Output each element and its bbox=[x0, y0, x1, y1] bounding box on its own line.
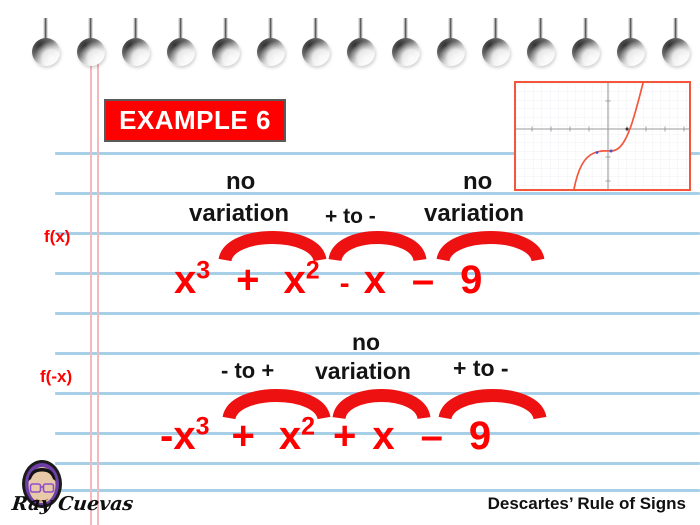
operator-minus-small: - bbox=[339, 267, 350, 300]
example-badge: EXAMPLE 6 bbox=[104, 99, 286, 142]
graph-svg bbox=[516, 82, 689, 190]
annotation-minus-to-plus: - to + bbox=[221, 358, 275, 383]
binding-hole-icon bbox=[30, 18, 64, 76]
term-constant-9: 9 bbox=[460, 258, 483, 302]
footer-title: Descartes’ Rule of Signs bbox=[487, 494, 686, 513]
binding-hole-icon bbox=[255, 18, 289, 76]
binding-hole-icon bbox=[615, 18, 649, 76]
term-x-cubed: x3 bbox=[174, 256, 211, 302]
binding-hole-icon bbox=[660, 18, 694, 76]
binding-hole-icon bbox=[480, 18, 514, 76]
annotation-no-variation-3-line1: no bbox=[352, 329, 381, 355]
binding-hole-icon bbox=[435, 18, 469, 76]
operator-plus: + bbox=[236, 258, 260, 302]
annotation-plus-to-minus-2: + to - bbox=[453, 355, 509, 381]
function-label-fnx: f(-x) bbox=[40, 367, 73, 386]
example-badge-label: EXAMPLE 6 bbox=[119, 105, 271, 135]
term-x-squared: x2 bbox=[278, 412, 315, 458]
slide-page: EXAMPLE 6 f(x) no variation + to - no va… bbox=[0, 0, 700, 525]
binding-hole-icon bbox=[165, 18, 199, 76]
term-neg-x-cubed: -x3 bbox=[160, 412, 210, 458]
rule-line bbox=[55, 462, 700, 465]
annotation-no-variation-3-line2: variation bbox=[315, 358, 411, 384]
operator-plus-1: + bbox=[231, 414, 255, 458]
cubic-graph-thumbnail bbox=[514, 81, 691, 191]
annotation-no-variation-2-line1: no bbox=[463, 168, 493, 195]
sign-arc bbox=[332, 389, 431, 421]
author-signature: Ray Cuevas bbox=[10, 493, 135, 515]
binding-hole-icon bbox=[75, 18, 109, 76]
rule-line bbox=[55, 312, 700, 315]
binding-hole-icon bbox=[120, 18, 154, 76]
operator-plus-2: + bbox=[333, 414, 357, 458]
binding-hole-icon bbox=[390, 18, 424, 76]
binding-hole-icon bbox=[570, 18, 604, 76]
sign-arc bbox=[218, 231, 327, 263]
term-x: x bbox=[363, 258, 386, 302]
binding-hole-icon bbox=[300, 18, 334, 76]
term-x-squared: x2 bbox=[283, 256, 320, 302]
binding-hole-icon bbox=[210, 18, 244, 76]
term-constant-9: 9 bbox=[468, 414, 492, 458]
operator-minus: – bbox=[411, 258, 435, 302]
margin-line-left bbox=[90, 55, 92, 525]
annotation-no-variation-1-line1: no bbox=[226, 168, 256, 195]
sign-arc bbox=[328, 231, 427, 263]
term-x: x bbox=[372, 414, 395, 458]
operator-minus: – bbox=[420, 414, 443, 458]
equation-fx: x3 + x2- x –9 bbox=[174, 258, 482, 303]
equation-fnx: -x3 + x2 + x –9 bbox=[160, 414, 491, 459]
function-label-fx: f(x) bbox=[44, 227, 71, 246]
rule-line bbox=[55, 489, 700, 492]
sign-arc bbox=[438, 389, 547, 421]
sign-arc bbox=[436, 231, 545, 263]
binding-hole-icon bbox=[525, 18, 559, 76]
margin-line-right bbox=[97, 55, 99, 525]
binding-hole-icon bbox=[345, 18, 379, 76]
spiral-binding-holes bbox=[0, 0, 700, 80]
